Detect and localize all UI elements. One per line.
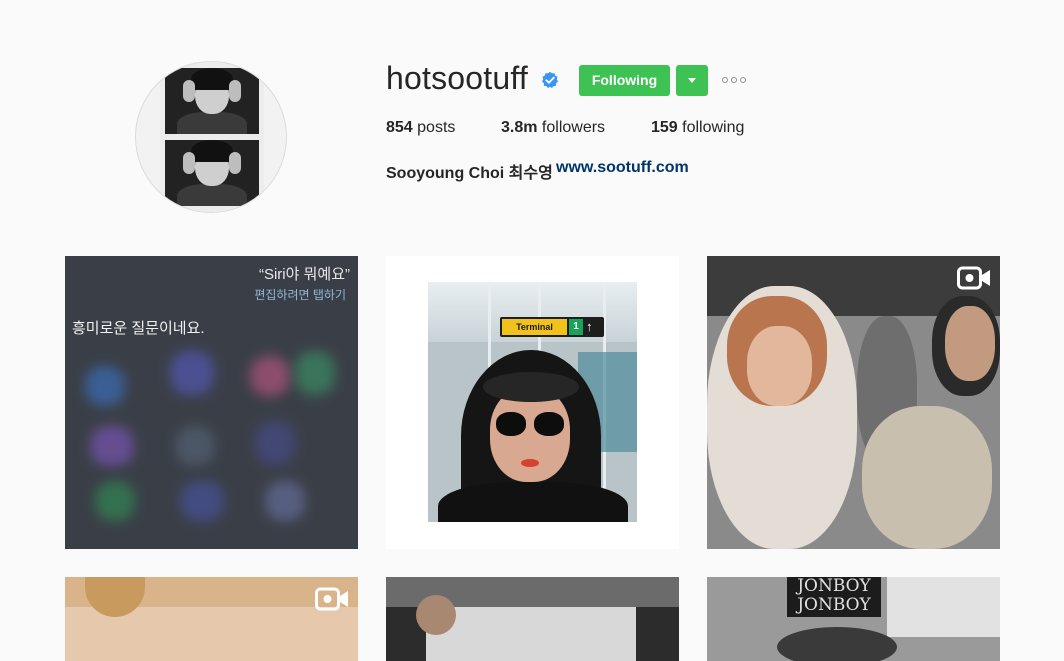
siri-answer-text: 흥미로운 질문이네요.: [72, 320, 205, 337]
post-tile[interactable]: JONBOY JONBOY: [707, 577, 1000, 661]
post-tile[interactable]: [65, 577, 358, 661]
terminal-sign-number: 1: [569, 319, 583, 335]
verified-badge-icon: [542, 71, 558, 89]
post-tile[interactable]: “Siri야 뭐예요” 편집하려면 탭하기 흥미로운 질문이네요.: [65, 256, 358, 549]
following-label: following: [677, 119, 745, 136]
follow-options-dropdown-button[interactable]: [676, 65, 708, 96]
followers-label: followers: [537, 119, 606, 136]
post-photo: Terminal 1 ↑: [428, 282, 637, 522]
arrow-up-icon: ↑: [586, 319, 593, 334]
avatar-frame-top: [165, 68, 259, 134]
more-options-button[interactable]: [722, 74, 750, 86]
avatar-frame-bottom: [165, 140, 259, 206]
jonboy-sign: JONBOY JONBOY: [787, 577, 881, 617]
post-tile[interactable]: [386, 577, 679, 661]
siri-edit-hint: 편집하려면 탭하기: [254, 288, 346, 302]
caret-down-icon: [688, 78, 696, 83]
siri-quote-text: “Siri야 뭐예요”: [258, 266, 350, 283]
followers-number: 3.8m: [501, 119, 538, 136]
following-button[interactable]: Following: [579, 65, 670, 96]
profile-website-link[interactable]: www.sootuff.com: [556, 159, 689, 177]
posts-label: posts: [412, 119, 456, 136]
terminal-sign-label: Terminal: [502, 319, 567, 335]
ellipsis-dot: [731, 77, 737, 83]
photobooth-strip: [160, 62, 264, 212]
posts-number: 854: [386, 119, 413, 136]
profile-avatar[interactable]: [135, 61, 287, 213]
following-number: 159: [651, 119, 678, 136]
ellipsis-dot: [740, 77, 746, 83]
posts-count: 854 posts: [386, 119, 455, 137]
post-tile[interactable]: Terminal 1 ↑: [386, 256, 679, 549]
following-link[interactable]: 159 following: [651, 119, 744, 137]
followers-link[interactable]: 3.8m followers: [501, 119, 605, 137]
profile-username: hotsootuff: [386, 60, 528, 96]
ellipsis-icon: [722, 77, 728, 83]
post-tile[interactable]: [707, 256, 1000, 549]
profile-full-name: Sooyoung Choi 최수영: [386, 165, 553, 182]
video-camera-icon: [957, 266, 990, 290]
video-camera-icon: [315, 587, 348, 611]
